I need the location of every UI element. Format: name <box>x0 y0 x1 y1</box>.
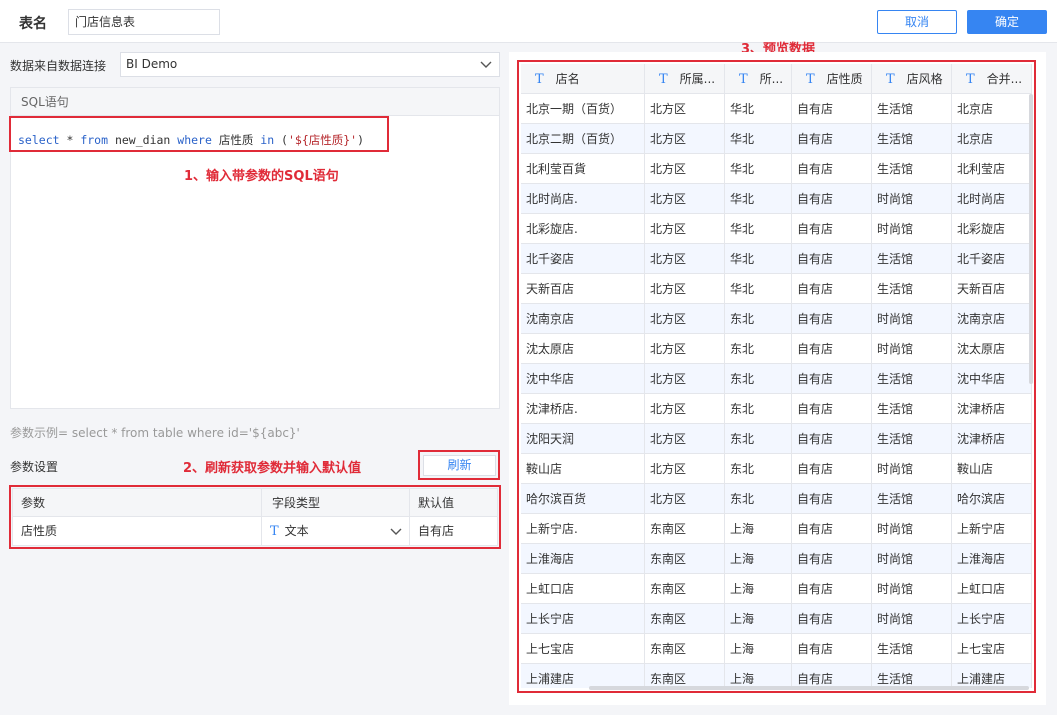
connection-select[interactable]: BI Demo <box>120 52 500 77</box>
column-header-param: 参数 <box>21 496 46 510</box>
param-example-hint: 参数示例= select * from table where id='${ab… <box>10 426 300 440</box>
cancel-button[interactable]: 取消 <box>877 10 957 34</box>
connection-value: BI Demo <box>126 57 178 71</box>
annotation-step2: 2、刷新获取参数并输入默认值 <box>183 461 362 476</box>
default-value-input[interactable]: 自有店 <box>409 517 499 545</box>
param-table-header: 参数 字段类型 默认值 <box>13 489 497 517</box>
field-type-select[interactable]: T 文本 <box>261 517 409 545</box>
annotation-step1: 1、输入带参数的SQL语句 <box>184 169 339 184</box>
chevron-down-icon <box>390 528 402 535</box>
column-header-field-type: 字段类型 <box>261 489 409 517</box>
table-name-input[interactable]: 门店信息表 <box>68 9 220 35</box>
chevron-down-icon <box>480 61 492 68</box>
refresh-button[interactable]: 刷新 <box>423 455 496 476</box>
connection-label: 数据来自数据连接 <box>10 59 107 73</box>
sql-highlight-box <box>9 116 389 152</box>
text-type-icon: T <box>270 524 279 539</box>
param-table: 参数 字段类型 默认值 店性质 T 文本 自有店 <box>12 488 498 546</box>
column-header-default: 默认值 <box>409 489 499 517</box>
table-name-label: 表名 <box>19 16 47 32</box>
sql-editor-header: SQL语句 <box>11 88 499 116</box>
preview-highlight-box <box>517 60 1036 693</box>
param-row: 店性质 T 文本 自有店 <box>13 517 497 545</box>
param-name: 店性质 <box>21 524 58 538</box>
confirm-button[interactable]: 确定 <box>967 10 1047 34</box>
dialog-header: 表名 门店信息表 取消 确定 <box>0 0 1057 43</box>
param-settings-title: 参数设置 <box>10 460 59 474</box>
field-type-value: 文本 <box>284 524 309 538</box>
